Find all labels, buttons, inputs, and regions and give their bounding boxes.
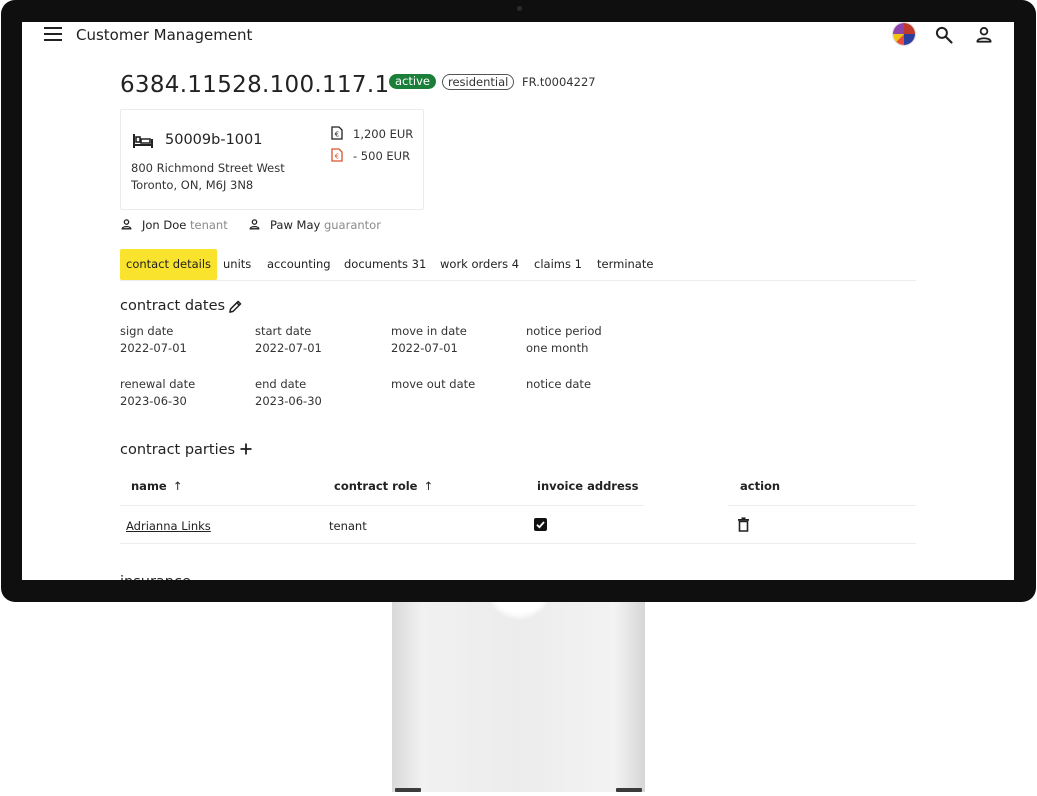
- bed-icon: [133, 134, 153, 148]
- edit-pencil-icon[interactable]: [228, 299, 243, 314]
- stand-foot-left: [395, 788, 421, 792]
- address-line-2: Toronto, ON, M6J 3N8: [131, 178, 254, 192]
- move-in-date-value: 2022-07-01: [391, 341, 458, 355]
- tab-bar: contact details units accounting documen…: [120, 249, 916, 281]
- tab-contact-details[interactable]: contact details: [120, 249, 218, 280]
- app-bar: Customer Management: [22, 22, 1014, 48]
- reference-code: FR.t0004227: [522, 75, 596, 89]
- contract-parties-title: contract parties: [120, 442, 236, 458]
- monitor-stand: [392, 558, 645, 792]
- tab-claims[interactable]: claims 1: [534, 249, 582, 280]
- sort-arrow-icon: ↑: [423, 479, 434, 493]
- delete-trash-icon[interactable]: [737, 517, 750, 532]
- sign-date-label: sign date: [120, 324, 174, 338]
- notice-date-label: notice date: [526, 377, 592, 391]
- party-name: Paw May: [270, 218, 321, 232]
- invoice-address-checkbox[interactable]: [534, 518, 547, 531]
- amount-negative: - 500 EUR: [353, 149, 411, 163]
- party-role: guarantor: [323, 218, 381, 232]
- monitor-camera: [517, 6, 522, 11]
- unit-number: 50009b-1001: [165, 132, 263, 148]
- tab-units[interactable]: units: [223, 249, 251, 280]
- start-date-value: 2022-07-01: [255, 341, 322, 355]
- table-row-divider: [120, 543, 916, 544]
- column-header-label: contract role: [334, 479, 418, 493]
- column-header-label: name: [131, 479, 167, 493]
- tab-work-orders[interactable]: work orders 4: [440, 249, 519, 280]
- move-in-date-label: move in date: [391, 324, 467, 338]
- column-header-invoice-address: invoice address: [537, 479, 638, 493]
- column-header-label: invoice address: [537, 479, 639, 493]
- party-name-link[interactable]: Adrianna Links: [126, 519, 211, 533]
- end-date-value: 2023-06-30: [255, 394, 322, 408]
- renewal-date-label: renewal date: [120, 377, 196, 391]
- column-header-contract-role[interactable]: contract role ↑: [334, 479, 433, 493]
- tab-terminate[interactable]: terminate: [597, 249, 653, 280]
- invoice-document-icon: €: [331, 126, 343, 140]
- party-role-cell: tenant: [329, 519, 367, 533]
- next-section-title-partial: insurance: [120, 574, 191, 580]
- address-line-1: 800 Richmond Street West: [131, 161, 285, 175]
- svg-text:€: €: [335, 131, 339, 139]
- tab-documents[interactable]: documents 31: [344, 249, 426, 280]
- move-out-date-label: move out date: [391, 377, 476, 391]
- party-role: tenant: [190, 218, 228, 232]
- person-icon: [249, 219, 260, 230]
- status-badge: active: [389, 74, 436, 89]
- party-name: Jon Doe: [142, 218, 187, 232]
- search-icon[interactable]: [934, 25, 954, 45]
- menu-icon[interactable]: [44, 27, 62, 41]
- header-divider: [728, 505, 916, 506]
- account-icon[interactable]: [974, 25, 994, 45]
- contract-id: 6384.11528.100.117.1: [120, 72, 390, 98]
- renewal-date-value: 2023-06-30: [120, 394, 187, 408]
- header-divider: [120, 505, 644, 506]
- end-date-label: end date: [255, 377, 307, 391]
- start-date-label: start date: [255, 324, 312, 338]
- column-header-label: action: [740, 479, 781, 493]
- column-header-name[interactable]: name ↑: [131, 479, 182, 493]
- language-flag-icon[interactable]: [893, 23, 915, 45]
- type-badge: residential: [442, 74, 515, 90]
- unit-card: 50009b-1001 800 Richmond Street West Tor…: [120, 109, 424, 210]
- sort-arrow-icon: ↑: [172, 479, 183, 493]
- contract-dates-title: contract dates: [120, 298, 226, 314]
- screen: Customer Management 6384.11528.100.117.1…: [22, 22, 1014, 580]
- add-plus-icon[interactable]: [239, 442, 253, 456]
- sign-date-value: 2022-07-01: [120, 341, 187, 355]
- person-icon: [121, 219, 132, 230]
- stand-foot-right: [616, 788, 642, 792]
- tab-accounting[interactable]: accounting: [267, 249, 331, 280]
- column-header-action: action: [740, 479, 780, 493]
- notice-period-label: notice period: [526, 324, 602, 338]
- notice-period-value: one month: [526, 341, 589, 355]
- amount-positive: 1,200 EUR: [353, 127, 414, 141]
- app-title: Customer Management: [76, 26, 253, 44]
- svg-text:€: €: [335, 153, 339, 161]
- credit-document-icon: €: [331, 148, 343, 162]
